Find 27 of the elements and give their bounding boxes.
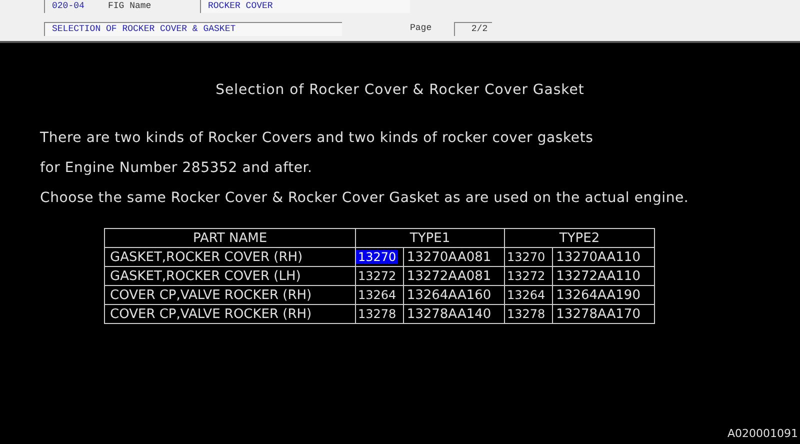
part-name-cell: GASKET,ROCKER COVER (RH) [110, 250, 303, 264]
part-code-cell[interactable]: 13270 [356, 250, 398, 264]
fig-name-label: FIG Name [108, 0, 152, 13]
figure-number-field: 020-04 [44, 0, 100, 13]
column-header: TYPE1 [356, 228, 504, 248]
part-number-cell: 13272AA110 [556, 268, 640, 284]
page-title: Selection of Rocker Cover & Rocker Cover Gasket [216, 82, 584, 98]
instruction-text: Choose the same Rocker Cover & Rocker Cover Gasket as are used on the actual engine. [40, 189, 690, 208]
part-number-cell: 13278AA170 [556, 306, 640, 322]
instruction-text: There are two kinds of Rocker Covers and two kinds of rocker cover gaskets [40, 129, 594, 148]
part-number-cell: 13272AA081 [406, 268, 492, 284]
part-name-cell: GASKET,ROCKER COVER (LH) [110, 268, 301, 284]
part-number-cell: 13278AA140 [406, 306, 492, 322]
section-field: SELECTION OF ROCKER COVER & GASKET [44, 22, 342, 36]
page-label: Page [410, 22, 432, 36]
column-header: TYPE2 [504, 228, 654, 248]
part-number-cell: 13270AA110 [556, 250, 640, 264]
part-name-cell: COVER CP,VALVE ROCKER (RH) [110, 306, 312, 322]
part-number-cell: 13264AA160 [406, 288, 492, 302]
instruction-text: for Engine Number 285352 and after. [40, 159, 314, 178]
part-number-cell: 13270AA081 [406, 250, 492, 264]
part-number-cell: 13264AA190 [556, 288, 640, 302]
page-field: 2/2 [454, 22, 492, 36]
column-header: PART NAME [104, 228, 356, 248]
part-name-cell: COVER CP,VALVE ROCKER (RH) [110, 288, 312, 302]
fig-name-field: ROCKER COVER [200, 0, 410, 13]
document-code: A020001091 [727, 426, 798, 442]
